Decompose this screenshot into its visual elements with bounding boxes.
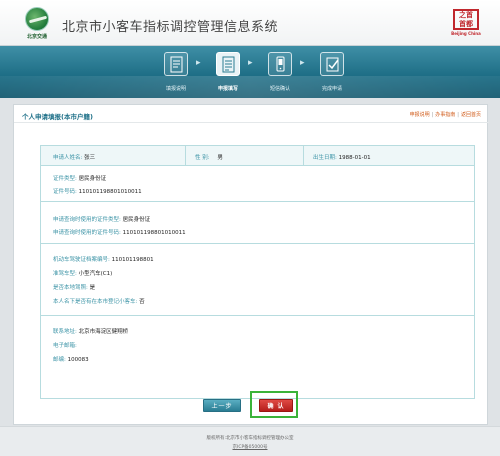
local-license-label: 是否本地驾照: (53, 285, 88, 291)
owns-car-value: 否 (139, 299, 145, 305)
system-title: 北京市小客车指标调控管理信息系统 (62, 20, 279, 35)
license-section: 机动车驾驶证档案编号: 110101198801 准驾车型: 小型汽车(C1) … (41, 244, 474, 316)
beijing-transport-logo: 北京交通 (22, 7, 52, 43)
capital-logo: 之首 首都 Beijing China (449, 9, 483, 37)
document-icon (164, 52, 188, 76)
contact-section: 联系地址: 北京市海淀区健翔桥 电子邮箱: 邮编: 100083 (41, 316, 474, 398)
applicant-name-label: 申请人姓名: (53, 155, 83, 161)
query-id-type-value: 居民身份证 (122, 217, 151, 223)
local-license-value: 是 (89, 285, 96, 291)
step-2-active: 申报填写 (210, 52, 244, 96)
postcode-value: 100083 (67, 357, 89, 363)
query-id-type-label: 申请查询时使用的证件类型: (53, 217, 121, 223)
link-home[interactable]: 返回首页 (461, 112, 481, 118)
license-number-label: 机动车驾驶证档案编号: (53, 257, 110, 263)
mobile-phone-icon (268, 52, 292, 76)
logo-emblem-icon (25, 7, 49, 31)
chevron-right-icon: ▸ (300, 58, 305, 68)
application-panel: 个人申请填报(本市户籍) 申报说明 | 办事指南 | 返回首页 申请人姓名: 张三 性 … (13, 104, 489, 425)
id-number-value: 110101198801010011 (78, 189, 142, 195)
vehicle-type-label: 准驾车型: (53, 271, 77, 277)
previous-step-button[interactable]: 上一步 (203, 399, 241, 412)
email-label: 电子邮箱: (53, 343, 77, 349)
query-id-section: 申请查询时使用的证件类型: 居民身份证 申请查询时使用的证件号码: 110101… (41, 202, 474, 244)
link-declaration-notes[interactable]: 申报说明 (410, 112, 430, 118)
vehicle-type-value: 小型汽车(C1) (78, 271, 113, 277)
applicant-name-value: 张三 (84, 155, 96, 161)
icp-license-link[interactable]: 京ICP备05000号 (0, 444, 500, 450)
form-edit-icon (216, 52, 240, 76)
panel-title: 个人申请填报(本市户籍) (22, 113, 93, 121)
owns-car-label: 本人名下是否有在本市登记小客车: (53, 299, 138, 305)
birth-date-value: 1988-01-01 (338, 155, 371, 161)
panel-header: 个人申请填报(本市户籍) 申报说明 | 办事指南 | 返回首页 (14, 105, 489, 123)
chevron-right-icon: ▸ (196, 58, 201, 68)
confirm-button[interactable]: 确 认 (259, 399, 293, 412)
step-label: 填报说明 (165, 86, 186, 92)
step-banner: 填报说明 ▸ 申报填写 ▸ 短信确认 ▸ 完成申请 (0, 46, 500, 98)
page-header: 北京交通 北京市小客车指标调控管理信息系统 之首 首都 Beijing China (0, 0, 500, 46)
step-4: 完成申请 (314, 52, 348, 96)
copyright-text: 版权所有:北京市小客车指标调控管理办公室 (206, 436, 294, 441)
capital-logo-sub: Beijing China (451, 31, 481, 36)
postcode-label: 邮编: (53, 357, 66, 363)
address-value: 北京市海淀区健翔桥 (78, 329, 129, 335)
query-id-number-label: 申请查询时使用的证件号码: (53, 230, 121, 236)
step-3: 短信确认 (262, 52, 296, 96)
application-form: 申请人姓名: 张三 性 别: 男 出生日期: 1988-01-01 证件类型: … (40, 145, 475, 399)
chevron-right-icon: ▸ (248, 58, 253, 68)
id-section: 证件类型: 居民身份证 证件号码: 110101198801010011 (41, 166, 474, 202)
step-label: 申报填写 (217, 86, 238, 92)
step-1: 填报说明 (158, 52, 192, 96)
basic-info-row: 申请人姓名: 张三 性 别: 男 出生日期: 1988-01-01 (41, 146, 474, 166)
gender-label: 性 别: (195, 155, 210, 161)
license-number-value: 110101198801 (111, 257, 154, 263)
id-type-label: 证件类型: (53, 176, 77, 182)
gender-value: 男 (217, 155, 223, 161)
logo-text: 北京交通 (26, 34, 47, 40)
query-id-number-value: 110101198801010011 (122, 230, 186, 236)
checkmark-icon (320, 52, 344, 76)
id-type-value: 居民身份证 (78, 176, 107, 182)
step-label: 完成申请 (321, 86, 342, 92)
step-indicator: 填报说明 ▸ 申报填写 ▸ 短信确认 ▸ 完成申请 (150, 52, 360, 96)
id-number-label: 证件号码: (53, 189, 77, 195)
capital-logo-mark: 之首 首都 (453, 9, 479, 30)
panel-links: 申报说明 | 办事指南 | 返回首页 (409, 112, 481, 118)
page-footer: 版权所有:北京市小客车指标调控管理办公室 京ICP备05000号 (0, 426, 500, 456)
address-label: 联系地址: (53, 329, 77, 335)
link-service-guide[interactable]: 办事指南 (435, 112, 455, 118)
step-label: 短信确认 (269, 86, 290, 92)
birth-date-label: 出生日期: (313, 155, 337, 161)
